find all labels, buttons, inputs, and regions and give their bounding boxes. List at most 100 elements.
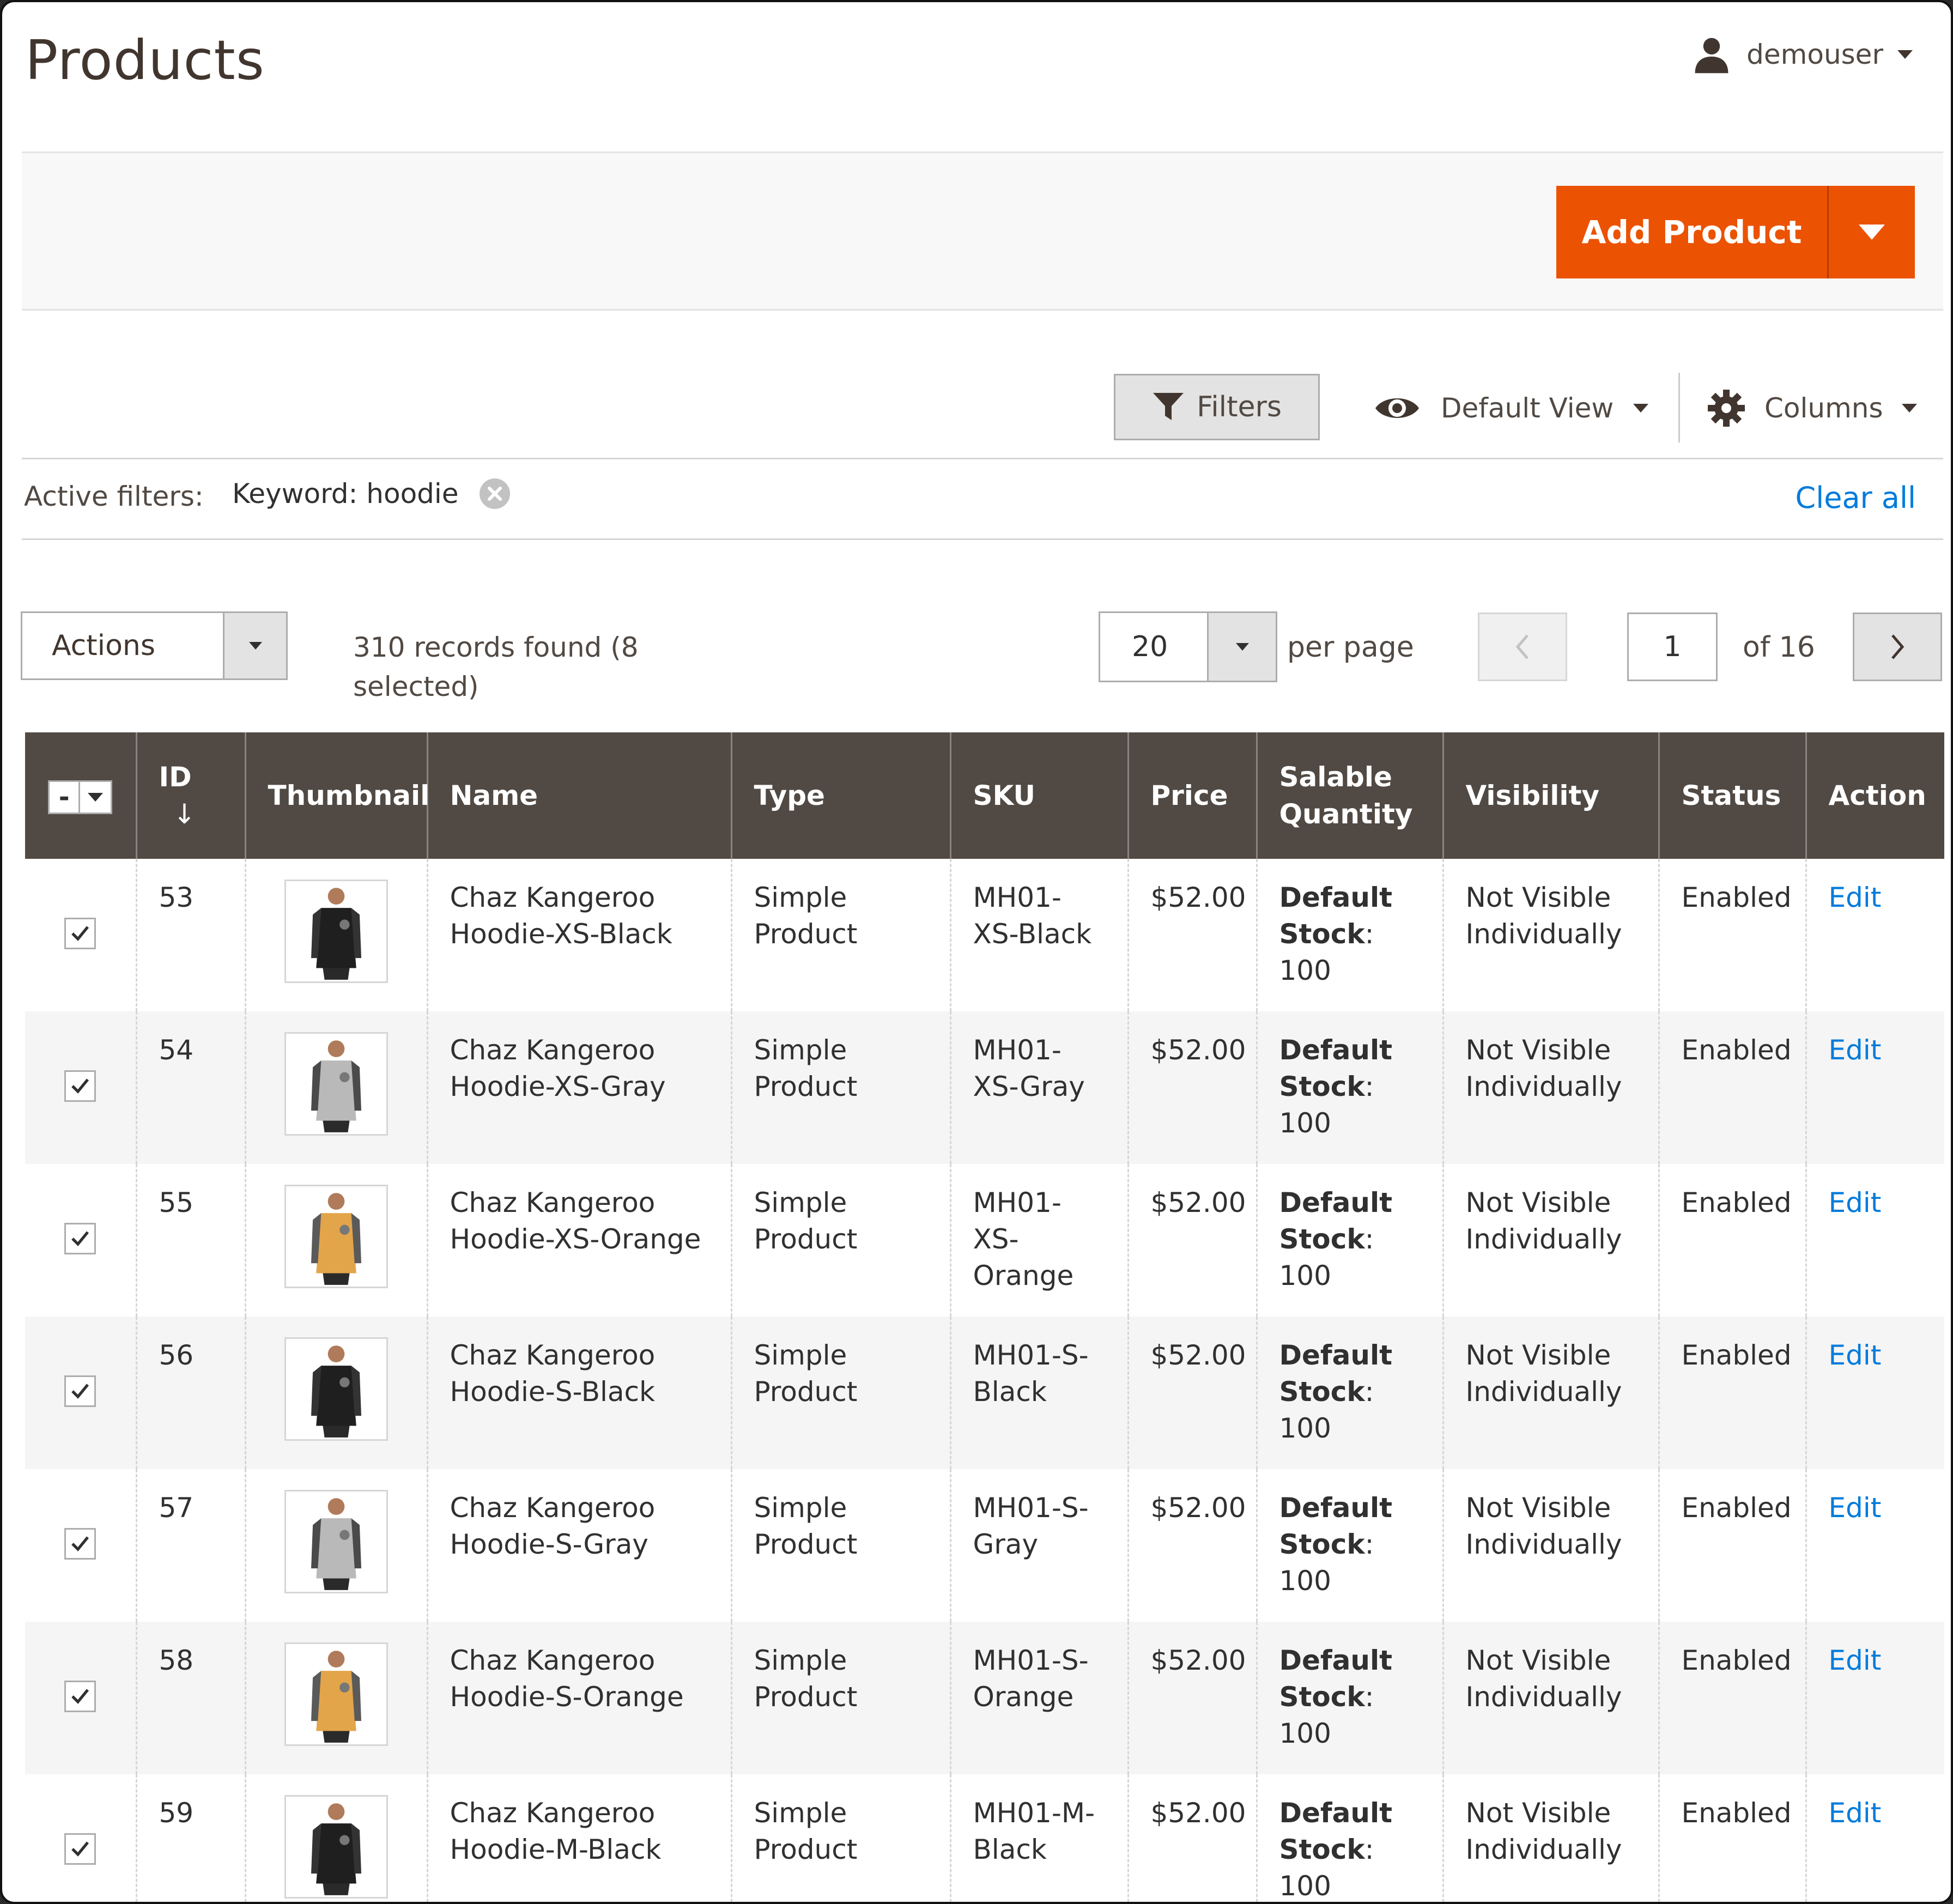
view-switcher[interactable]: Default View: [1373, 384, 1649, 433]
cell-visibility: Not Visible Individually: [1442, 1774, 1659, 1902]
checkmark-icon: [71, 1688, 89, 1704]
product-thumbnail[interactable]: [284, 1490, 388, 1593]
cell-status: Enabled: [1658, 1469, 1806, 1622]
cell-action: Edit: [1805, 1622, 1944, 1774]
chevron-down-icon: [248, 642, 262, 650]
mass-select-control[interactable]: -: [48, 780, 113, 815]
funnel-icon: [1153, 393, 1184, 420]
next-page-button[interactable]: [1853, 613, 1942, 681]
cell-price: $52.00: [1127, 1469, 1257, 1622]
stock-source: Default Stock: [1279, 1339, 1393, 1408]
row-checkbox[interactable]: [64, 1070, 96, 1102]
close-circle-icon[interactable]: [478, 477, 511, 510]
cell-action: Edit: [1805, 1469, 1944, 1622]
clear-all-link[interactable]: Clear all: [1796, 481, 1916, 515]
cell-status: Enabled: [1658, 1622, 1806, 1774]
cell-type: Simple Product: [730, 859, 950, 1011]
chevron-left-icon: [1515, 634, 1529, 659]
grid-header-row: - ID ↓ Thumbnail Name Type SKU Price Sala…: [25, 732, 1944, 859]
cell-type: Simple Product: [730, 1774, 950, 1902]
stock-source: Default Stock: [1279, 1797, 1393, 1865]
row-checkbox[interactable]: [64, 1222, 96, 1254]
column-header-visibility[interactable]: Visibility: [1442, 732, 1659, 859]
cell-salable-quantity: Default Stock: 100: [1256, 1469, 1443, 1622]
cell-name: Chaz Kangeroo Hoodie-XS-Orange: [426, 1164, 731, 1317]
edit-link[interactable]: Edit: [1829, 1797, 1882, 1829]
previous-page-button[interactable]: [1478, 613, 1567, 681]
product-thumbnail[interactable]: [284, 880, 388, 983]
divider: [22, 538, 1943, 540]
product-thumbnail[interactable]: [284, 1337, 388, 1441]
cell-salable-quantity: Default Stock: 100: [1256, 1164, 1443, 1317]
mass-actions-dropdown[interactable]: Actions: [21, 611, 288, 680]
cell-action: Edit: [1805, 1011, 1944, 1164]
cell-visibility: Not Visible Individually: [1442, 1164, 1659, 1317]
mass-select-dropdown[interactable]: [80, 782, 111, 812]
user-menu[interactable]: demouser: [1691, 33, 1913, 76]
cell-status: Enabled: [1658, 1774, 1806, 1902]
filters-button[interactable]: Filters: [1114, 374, 1320, 440]
column-header-status[interactable]: Status: [1658, 732, 1806, 859]
chevron-right-icon: [1891, 634, 1905, 659]
row-select-cell: [25, 1774, 136, 1902]
cell-type: Simple Product: [730, 1317, 950, 1469]
edit-link[interactable]: Edit: [1829, 1492, 1882, 1524]
chevron-down-icon: [1897, 50, 1913, 59]
dropdown-arrow: [223, 613, 286, 678]
column-header-price[interactable]: Price: [1127, 732, 1257, 859]
add-product-toggle[interactable]: [1829, 186, 1915, 278]
product-thumbnail[interactable]: [284, 1185, 388, 1288]
active-filter-text: Keyword: hoodie: [232, 478, 459, 510]
eye-icon: [1375, 398, 1419, 418]
per-page-dropdown[interactable]: 20: [1099, 611, 1277, 682]
row-select-cell: [25, 1164, 136, 1317]
grid-body: 53 Chaz Kangeroo Hoodie-XS-Black Simple …: [25, 859, 1944, 1902]
cell-thumbnail: [244, 1469, 427, 1622]
app-frame: Products demouser Add Product Filters De…: [0, 0, 1953, 1904]
deselect-all-checkbox[interactable]: -: [50, 782, 81, 813]
cell-thumbnail: [244, 1011, 427, 1164]
cell-sku: MH01-XS-Orange: [949, 1164, 1128, 1317]
add-product-button[interactable]: Add Product: [1556, 186, 1915, 278]
row-checkbox[interactable]: [64, 1527, 96, 1560]
product-thumbnail[interactable]: [284, 1795, 388, 1899]
user-icon: [1695, 38, 1728, 74]
table-row: 55 Chaz Kangeroo Hoodie-XS-Orange Simple…: [25, 1164, 1944, 1317]
edit-link[interactable]: Edit: [1829, 1645, 1882, 1676]
cell-type: Simple Product: [730, 1622, 950, 1774]
column-header-name[interactable]: Name: [426, 732, 731, 859]
column-header-id[interactable]: ID ↓: [135, 732, 245, 859]
column-header-sku[interactable]: SKU: [949, 732, 1128, 859]
edit-link[interactable]: Edit: [1829, 1034, 1882, 1066]
row-checkbox[interactable]: [64, 1833, 96, 1865]
hoodie-image: [311, 888, 361, 980]
columns-label: Columns: [1764, 392, 1883, 424]
current-page-input[interactable]: 1: [1627, 613, 1718, 681]
cell-id: 55: [135, 1164, 245, 1317]
checkmark-icon: [71, 1230, 89, 1246]
edit-link[interactable]: Edit: [1829, 882, 1882, 913]
hoodie-image: [311, 1803, 361, 1895]
cell-type: Simple Product: [730, 1164, 950, 1317]
cell-sku: MH01-S-Black: [949, 1317, 1128, 1469]
hoodie-image: [311, 1498, 361, 1590]
cell-salable-quantity: Default Stock: 100: [1256, 1774, 1443, 1902]
cell-id: 54: [135, 1011, 245, 1164]
row-checkbox[interactable]: [64, 1680, 96, 1712]
columns-control[interactable]: Columns: [1707, 384, 1917, 433]
total-pages: of 16: [1743, 631, 1815, 664]
row-checkbox[interactable]: [64, 917, 96, 949]
column-header-type[interactable]: Type: [730, 732, 950, 859]
edit-link[interactable]: Edit: [1829, 1187, 1882, 1218]
row-select-cell: [25, 1469, 136, 1622]
checkmark-icon: [71, 1536, 89, 1551]
product-thumbnail[interactable]: [284, 1032, 388, 1136]
edit-link[interactable]: Edit: [1829, 1339, 1882, 1371]
row-checkbox[interactable]: [64, 1375, 96, 1407]
cell-action: Edit: [1805, 1164, 1944, 1317]
product-thumbnail[interactable]: [284, 1642, 388, 1746]
column-label: ID: [159, 761, 192, 793]
cell-name: Chaz Kangeroo Hoodie-XS-Black: [426, 859, 731, 1011]
cell-name: Chaz Kangeroo Hoodie-M-Black: [426, 1774, 731, 1902]
cell-thumbnail: [244, 859, 427, 1011]
